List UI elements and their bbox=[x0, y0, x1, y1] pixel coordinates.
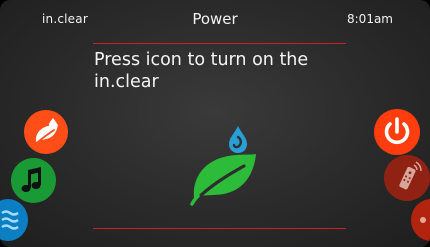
remote-button[interactable] bbox=[384, 155, 430, 201]
more-icon bbox=[420, 217, 426, 223]
clock-time: 8:01am bbox=[347, 12, 393, 26]
water-button[interactable] bbox=[0, 199, 28, 241]
power-button[interactable] bbox=[374, 109, 420, 155]
power-icon bbox=[384, 117, 410, 145]
leaf-icon bbox=[35, 118, 58, 144]
leaf-water-drop-icon[interactable] bbox=[188, 124, 264, 206]
top-divider bbox=[93, 43, 346, 44]
water-waves-icon bbox=[1, 210, 19, 230]
bottom-divider bbox=[93, 228, 346, 229]
instruction-message: Press icon to turn on the in.clear bbox=[94, 50, 309, 92]
control-panel-screen: in.clear Power 8:01am Press icon to turn… bbox=[0, 0, 430, 247]
more-button[interactable] bbox=[411, 199, 430, 241]
top-bar: in.clear Power 8:01am bbox=[0, 0, 430, 32]
music-button[interactable] bbox=[11, 158, 56, 203]
leaf-button[interactable] bbox=[24, 110, 68, 154]
music-note-icon bbox=[21, 167, 41, 193]
remote-control-icon bbox=[399, 161, 422, 190]
